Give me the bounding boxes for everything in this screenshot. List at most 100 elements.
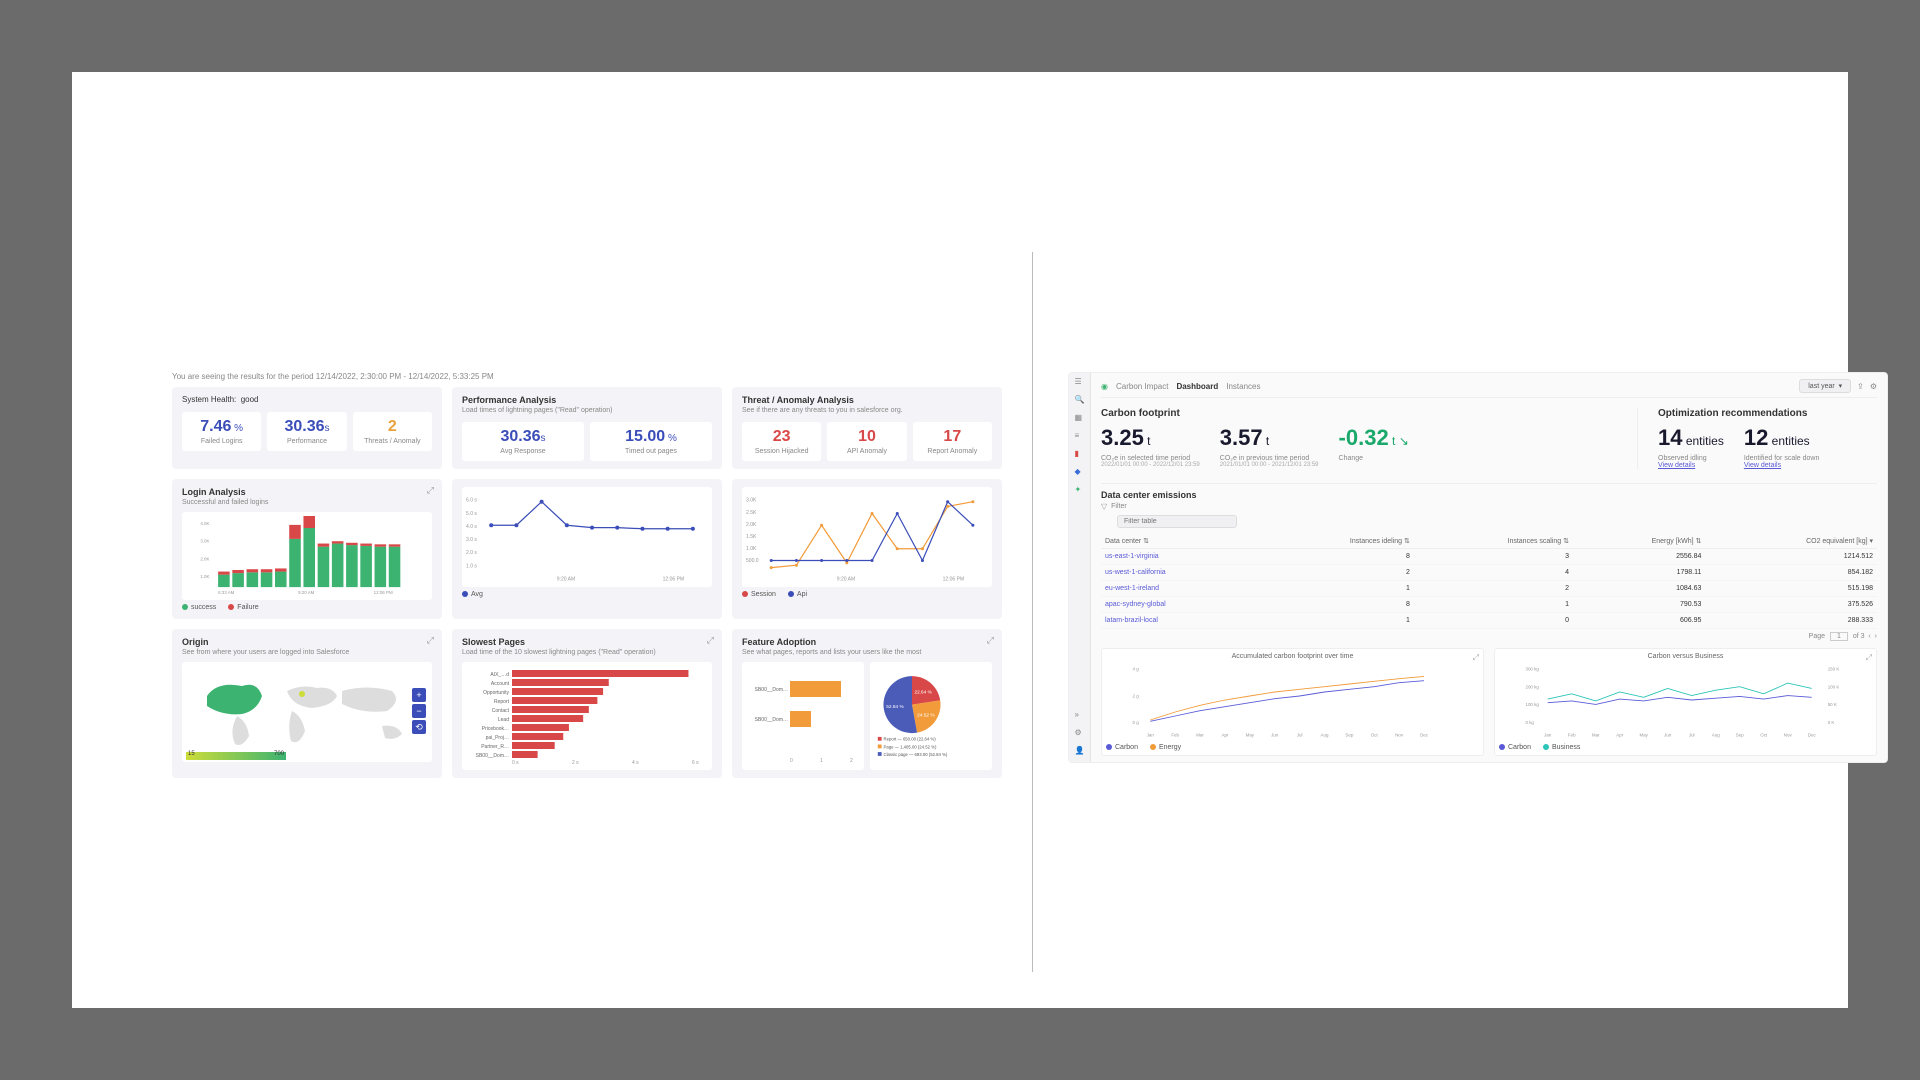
threat-line-chart: 3.0K2.5K2.0K 1.5K1.0K500.0 9:20 AM 12:06… [742,487,992,587]
tab-instances[interactable]: Instances [1226,382,1260,391]
svg-text:4.0K: 4.0K [200,521,209,526]
svg-text:Contact: Contact [492,708,510,714]
col-header[interactable]: Energy [kWh] ⇅ [1573,534,1705,549]
slowest-bar-chart: AIX_…dAccountOpportunityReportContactLea… [462,662,712,770]
leaf-icon[interactable]: ✦ [1075,485,1085,495]
alert-icon[interactable]: ▮ [1075,449,1085,459]
svg-text:Report — 650.00 (22.64 %): Report — 650.00 (22.64 %) [884,737,937,742]
gear-icon[interactable]: ⚙ [1870,382,1877,391]
map-reset-button[interactable]: ⟲ [412,720,426,734]
table-row[interactable]: us-east-1-virginia832556.841214.512 [1101,549,1877,565]
legend-item: Avg [462,591,483,598]
legend-item: success [182,604,216,611]
card-origin: ⤢ Origin See from where your users are l… [172,629,442,778]
svg-text:Page — 1,405.00 (24.52 %): Page — 1,405.00 (24.52 %) [884,744,937,749]
col-header[interactable]: Instances scaling ⇅ [1414,534,1573,549]
datacenter-table: Data center ⇅Instances ideling ⇅Instance… [1101,534,1877,629]
page-prev-button[interactable]: ‹ [1868,633,1870,640]
user-icon[interactable]: 👤 [1075,746,1085,756]
svg-text:3.0K: 3.0K [746,498,757,504]
svg-text:9:20 AM: 9:20 AM [837,576,855,582]
breadcrumb-bar: ◉ Carbon Impact Dashboard Instances last… [1101,379,1877,398]
right-sidebar: ☰ 🔍 ▦ ≡ ▮ ◆ ✦ » ⚙ 👤 [1069,373,1091,762]
svg-text:2 s: 2 s [572,760,579,766]
expand-icon[interactable]: ⤢ [1866,653,1872,663]
filter-icon[interactable]: ▽ [1101,502,1107,511]
svg-text:May: May [1640,732,1649,737]
table-row[interactable]: apac-sydney-global81790.53375.526 [1101,597,1877,613]
share-icon[interactable]: ⇪ [1857,382,1864,391]
svg-text:Partner_R…: Partner_R… [481,744,509,750]
svg-text:3.0 s: 3.0 s [466,537,477,543]
svg-text:2.0K: 2.0K [200,556,209,561]
kpi: 23Session Hijacked [742,422,821,461]
page-next-button[interactable]: › [1875,633,1877,640]
svg-text:Jan: Jan [1544,732,1552,737]
svg-text:12:06 PM: 12:06 PM [943,576,965,582]
expand-icon[interactable]: ⤢ [427,635,434,646]
expand-icon[interactable]: ⤢ [987,635,994,646]
svg-text:Report: Report [494,699,510,705]
svg-text:3.0K: 3.0K [200,539,209,544]
breadcrumb[interactable]: Carbon Impact [1116,382,1168,391]
svg-text:Dec: Dec [1420,732,1429,737]
card-subtitle: See from where your users are logged int… [182,649,432,656]
kpi: 3.57 tCO₂e in previous time period2021/0… [1220,425,1319,468]
settings-icon[interactable]: ⚙ [1075,728,1085,738]
range-selector[interactable]: last year ▾ [1799,379,1851,393]
login-chart: 4.0K3.0K2.0K1.0K 6:33 AM 9:20 AM 12:06 P… [182,512,432,600]
svg-text:May: May [1246,732,1255,737]
view-details-link[interactable]: View details [1658,462,1724,469]
card-perf-chart: 6.0 s5.0 s4.0 s 3.0 s2.0 s1.0 s 9:20 AM … [452,479,722,619]
card-threat-chart: 3.0K2.5K2.0K 1.5K1.0K500.0 9:20 AM 12:06… [732,479,1002,619]
svg-text:9:20 AM: 9:20 AM [298,590,315,595]
world-map[interactable]: + − ⟲ 15 700 [182,662,432,762]
expand-icon[interactable]: ⤢ [1473,653,1479,663]
kpi: 2Threats / Anomaly [353,412,432,451]
map-zoom-in-button[interactable]: + [412,688,426,702]
svg-text:2.5K: 2.5K [746,510,757,516]
expand-icon[interactable]: ⤢ [427,485,434,496]
svg-text:Feb: Feb [1171,732,1179,737]
period-note: You are seeing the results for the perio… [172,372,1002,381]
expand-sidebar-icon[interactable]: » [1075,710,1085,720]
filter-input[interactable] [1117,515,1237,528]
col-header[interactable]: Instances ideling ⇅ [1258,534,1414,549]
table-row[interactable]: latam-brazil-local10606.95288.333 [1101,613,1877,629]
svg-text:500.0: 500.0 [746,558,759,564]
svg-text:Oct: Oct [1760,732,1768,737]
expand-icon[interactable]: ⤢ [707,635,714,646]
svg-text:300 kg: 300 kg [1526,667,1540,672]
svg-text:2.0 s: 2.0 s [466,550,477,556]
map-zoom-out-button[interactable]: − [412,704,426,718]
tab-dashboard[interactable]: Dashboard [1176,382,1218,391]
view-details-link[interactable]: View details [1744,462,1820,469]
svg-text:0 K: 0 K [1828,720,1835,725]
svg-text:1.0K: 1.0K [746,546,757,552]
perf-line-chart: 6.0 s5.0 s4.0 s 3.0 s2.0 s1.0 s 9:20 AM … [462,487,712,587]
kpi: 12 entitiesIdentified for scale downView… [1744,425,1820,469]
menu-icon[interactable]: ☰ [1075,377,1085,387]
card-title: Performance Analysis [462,395,712,405]
svg-text:Sep: Sep [1736,732,1744,737]
svg-text:AIX_…d: AIX_…d [490,672,509,678]
svg-text:4 s: 4 s [632,760,639,766]
svg-text:SB00__Dom…: SB00__Dom… [476,753,509,759]
svg-text:1.0K: 1.0K [200,574,209,579]
svg-text:0 kg: 0 kg [1526,720,1535,725]
svg-text:4.0 s: 4.0 s [466,524,477,530]
table-row[interactable]: us-west-1-california241798.11854.182 [1101,565,1877,581]
legend-item: Business [1543,744,1580,751]
list-icon[interactable]: ≡ [1075,431,1085,441]
table-row[interactable]: eu-west-1-ireland121084.63515.198 [1101,581,1877,597]
col-header[interactable]: CO2 equivalent [kg] ▾ [1705,534,1877,549]
page-input[interactable]: 1 [1830,632,1848,641]
card-subtitle: See what pages, reports and lists your u… [742,649,992,656]
grid-icon[interactable]: ▦ [1075,413,1085,423]
card-subtitle: Successful and failed logins [182,499,432,506]
svg-text:100 kg: 100 kg [1526,702,1540,707]
search-icon[interactable]: 🔍 [1075,395,1085,405]
card-title: Slowest Pages [462,637,712,647]
cube-icon[interactable]: ◆ [1075,467,1085,477]
col-header[interactable]: Data center ⇅ [1101,534,1258,549]
